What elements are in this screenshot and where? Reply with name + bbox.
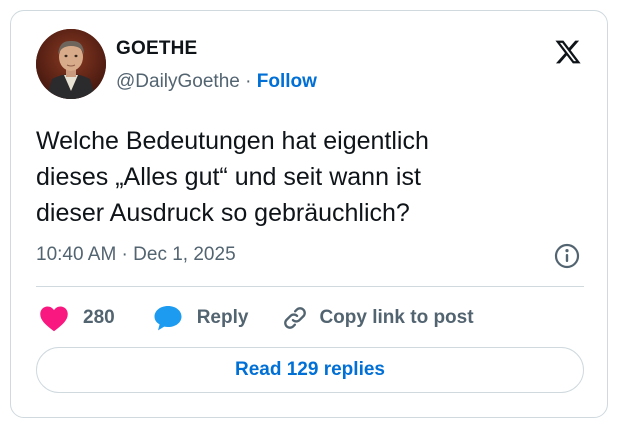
link-icon xyxy=(284,307,307,329)
author-handle[interactable]: @DailyGoethe xyxy=(116,71,240,92)
handle-separator: · xyxy=(239,71,257,92)
timestamp-separator: · xyxy=(116,244,134,265)
avatar[interactable] xyxy=(36,29,106,99)
reply-button[interactable]: Reply xyxy=(153,304,249,332)
read-replies-button[interactable]: Read 129 replies xyxy=(36,347,584,393)
copy-link-button[interactable]: Copy link to post xyxy=(281,304,474,332)
divider xyxy=(36,286,584,287)
author-handle-row: @DailyGoethe · Follow xyxy=(116,71,317,93)
like-count: 280 xyxy=(83,307,115,328)
follow-button[interactable]: Follow xyxy=(257,71,317,92)
speech-bubble-icon xyxy=(154,306,182,331)
author-name[interactable]: GOETHE xyxy=(116,38,197,60)
like-button[interactable]: 280 xyxy=(39,304,115,332)
tweet-text: Welche Bedeutungen hat eigentlich dieses… xyxy=(36,127,429,227)
heart-icon xyxy=(40,306,68,332)
info-icon[interactable] xyxy=(554,243,580,269)
read-replies-label: Read 129 replies xyxy=(235,359,385,380)
tweet-card: GOETHE @DailyGoethe · Follow Welche Bede… xyxy=(10,10,608,418)
tweet-date[interactable]: Dec 1, 2025 xyxy=(133,244,235,265)
copy-link-label: Copy link to post xyxy=(319,307,474,328)
x-logo-icon[interactable] xyxy=(554,38,582,66)
tweet-timestamp[interactable]: 10:40 AM · Dec 1, 2025 xyxy=(36,244,236,266)
reply-label: Reply xyxy=(196,307,249,328)
tweet-time[interactable]: 10:40 AM xyxy=(36,244,116,265)
goethe-portrait-image xyxy=(36,29,106,99)
action-bar: 280 Reply Copy link to post xyxy=(36,301,474,335)
